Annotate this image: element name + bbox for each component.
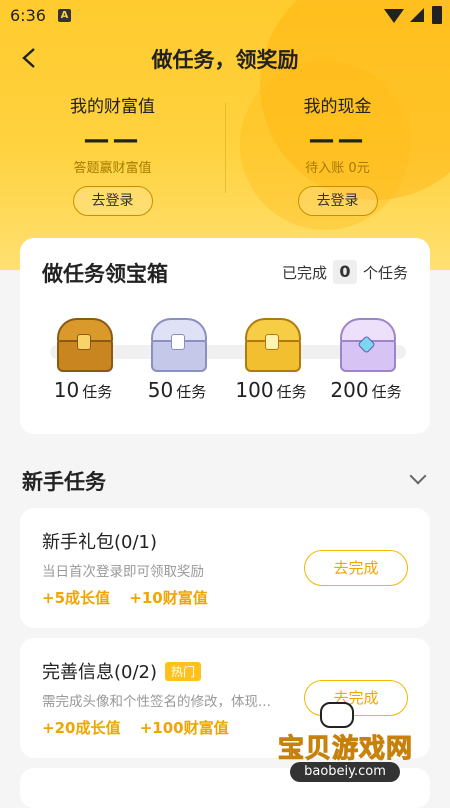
chest-label-10: 10 任务 xyxy=(38,378,128,402)
task-rewards: +20成长值 +100财富值 xyxy=(42,717,243,738)
task-card-gift: 新手礼包(0/1) 当日首次登录即可领取奖励 +5成长值 +10财富值 去完成 xyxy=(20,508,430,628)
reward-growth: +5成长值 xyxy=(42,589,111,607)
completed-prefix: 已完成 xyxy=(281,263,327,282)
status-time: 6:36 xyxy=(10,6,46,25)
completed-counter: 已完成 0 个任务 xyxy=(282,260,408,284)
watermark-text: 宝贝游戏网 xyxy=(277,734,414,765)
task-title: 新手礼包(0/1) xyxy=(42,532,158,553)
diamond-chest-icon[interactable] xyxy=(336,318,396,372)
chest-count: 200 xyxy=(330,378,369,402)
task-rewards: +5成长值 +10财富值 xyxy=(42,587,222,608)
notification-a-icon: A xyxy=(58,9,71,22)
wealth-stat: 我的财富值 —— 答题赢财富值 去登录 xyxy=(0,92,225,216)
watermark-url: baobeiy.com xyxy=(290,762,400,782)
wealth-value: —— xyxy=(83,125,142,155)
wealth-sub: 答题赢财富值 xyxy=(73,161,152,176)
newbie-section-title: 新手任务 xyxy=(22,470,106,494)
battery-icon xyxy=(432,6,442,24)
task-title: 完善信息(0/2) xyxy=(42,662,158,683)
cash-value: —— xyxy=(308,125,367,155)
reward-growth: +20成长值 xyxy=(42,719,121,737)
golden-chest-icon[interactable] xyxy=(241,318,301,372)
chest-count: 100 xyxy=(235,378,274,402)
chest-unit: 任务 xyxy=(276,383,307,401)
login-button-wealth[interactable]: 去登录 xyxy=(72,186,153,216)
watermark: 宝贝游戏网 baobeiy.com xyxy=(270,700,420,790)
chest-card-title: 做任务领宝箱 xyxy=(42,262,168,286)
wifi-icon xyxy=(384,9,404,23)
treasure-chest-card: 做任务领宝箱 已完成 0 个任务 10 任务 50 任务 100 任务 200 任务 xyxy=(20,238,430,434)
cash-stat: 我的现金 —— 待入账 0元 去登录 xyxy=(225,92,450,216)
chest-label-50: 50 任务 xyxy=(132,378,222,402)
chest-count: 50 xyxy=(147,378,174,402)
chest-unit: 任务 xyxy=(371,383,402,401)
page-title: 做任务，领奖励 xyxy=(151,48,299,72)
gamepad-icon xyxy=(320,702,354,728)
cash-label: 我的现金 xyxy=(303,97,372,117)
login-button-cash[interactable]: 去登录 xyxy=(297,186,378,216)
gold-chest-icon[interactable] xyxy=(53,318,113,372)
status-bar: 6:36 A xyxy=(0,0,450,32)
chest-label-200: 200 任务 xyxy=(321,378,411,402)
task-desc: 当日首次登录即可领取奖励 xyxy=(42,564,204,580)
chest-unit: 任务 xyxy=(82,383,113,401)
task-name: 完善信息(0/2) 热门 xyxy=(42,658,202,684)
complete-button[interactable]: 去完成 xyxy=(304,550,408,586)
silver-chest-icon[interactable] xyxy=(147,318,207,372)
reward-wealth: +10财富值 xyxy=(129,589,208,607)
wealth-label: 我的财富值 xyxy=(70,97,155,117)
task-name: 新手礼包(0/1) xyxy=(42,528,157,554)
task-desc: 需完成头像和个性签名的修改，体现... xyxy=(42,694,271,710)
hot-badge: 热门 xyxy=(165,661,202,681)
chevron-down-icon[interactable] xyxy=(409,467,427,485)
completed-suffix: 个任务 xyxy=(362,263,408,282)
completed-count: 0 xyxy=(332,260,357,284)
signal-icon xyxy=(410,8,424,22)
chest-count: 10 xyxy=(53,378,80,402)
cash-sub: 待入账 0元 xyxy=(305,161,370,176)
reward-wealth: +100财富值 xyxy=(139,719,229,737)
chest-unit: 任务 xyxy=(176,383,207,401)
chest-label-100: 100 任务 xyxy=(226,378,316,402)
